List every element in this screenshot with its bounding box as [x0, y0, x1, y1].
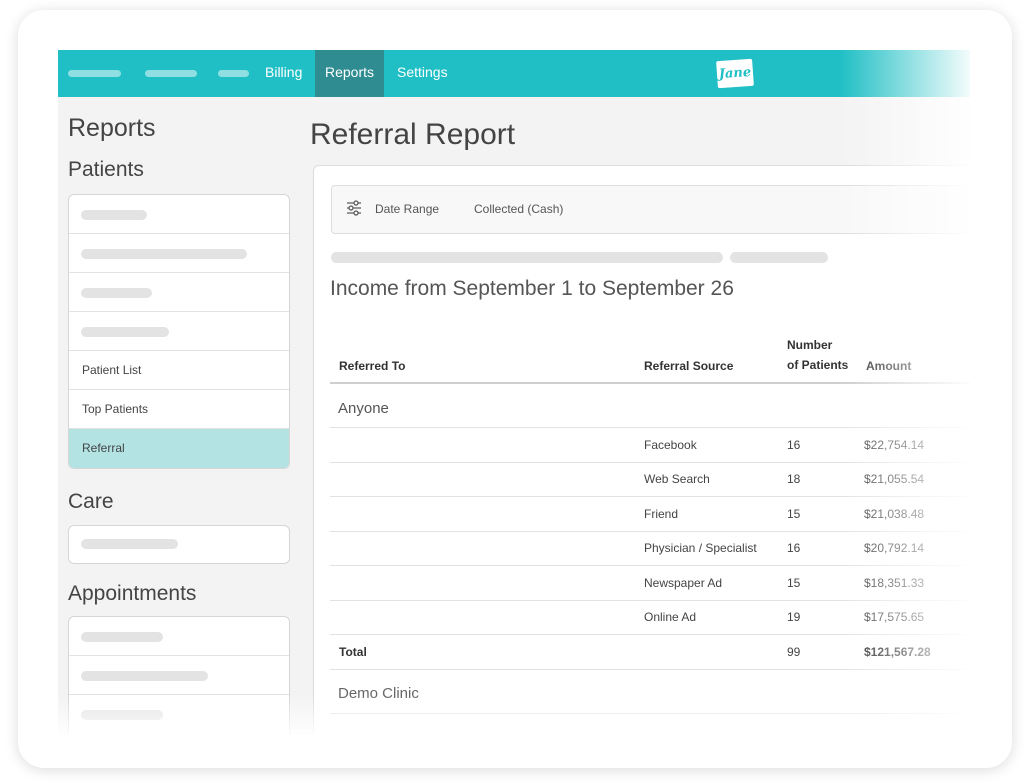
nav-placeholder-3[interactable]: [218, 70, 249, 77]
sidebar-item-placeholder[interactable]: [69, 656, 289, 695]
sidebar-title: Reports: [68, 114, 156, 142]
nav-placeholder-1[interactable]: [68, 70, 121, 77]
cell-amount: $21,055.54: [864, 472, 925, 486]
row-divider: [330, 713, 970, 714]
row-divider: [330, 427, 970, 428]
sidebar-item-placeholder[interactable]: [69, 617, 289, 656]
header-divider: [330, 382, 970, 384]
sidebar-item-patient-list[interactable]: Patient List: [69, 351, 289, 390]
cell-source: Friend: [644, 507, 679, 521]
app-window: Billing Reports Settings Jane Reports Pa…: [58, 50, 970, 735]
page-title: Referral Report: [310, 118, 516, 151]
cell-patients: 18: [787, 472, 801, 486]
cell-source: Newspaper Ad: [644, 576, 723, 590]
skeleton-bar: [81, 249, 247, 259]
sidebar-item-placeholder[interactable]: [69, 195, 289, 234]
nav-billing[interactable]: Billing: [255, 50, 312, 97]
cell-amount: $17,575.65: [864, 610, 925, 624]
group-name-anyone: Anyone: [338, 400, 389, 417]
skeleton-bar: [331, 252, 723, 263]
sidebar-item-placeholder[interactable]: [69, 526, 289, 563]
cell-patients: 16: [787, 541, 801, 555]
sidebar-item-top-patients[interactable]: Top Patients: [69, 390, 289, 429]
nav-settings[interactable]: Settings: [387, 50, 458, 97]
report-panel: Date Range Collected (Cash) Income from …: [313, 165, 970, 735]
date-range-filter[interactable]: Date Range: [375, 186, 439, 233]
sidebar-item-label: Referral: [82, 441, 125, 455]
cell-amount: $21,038.48: [864, 507, 925, 521]
nav-reports[interactable]: Reports: [315, 50, 385, 97]
row-divider: [330, 669, 970, 670]
sidebar-item-label: Patient List: [82, 363, 142, 377]
skeleton-bar: [81, 327, 169, 337]
skeleton-bar: [81, 288, 152, 298]
jane-logo[interactable]: Jane: [716, 58, 754, 89]
cell-patients: 19: [787, 610, 801, 624]
column-header-patients-line2[interactable]: of Patients: [787, 357, 848, 373]
cell-source: Online Ad: [644, 610, 697, 624]
sidebar-item-label: Top Patients: [82, 402, 149, 416]
filter-bar[interactable]: Date Range Collected (Cash): [331, 185, 970, 234]
sidebar-heading-care: Care: [68, 490, 114, 513]
cell-amount: $22,754.14: [864, 438, 925, 452]
skeleton-bar: [730, 252, 828, 263]
total-amount: $121,567.28: [864, 645, 931, 659]
sidebar-item-placeholder[interactable]: [69, 234, 289, 273]
sidebar-item-placeholder[interactable]: [69, 695, 289, 734]
skeleton-bar: [81, 539, 178, 549]
group-name-demo-clinic: Demo Clinic: [338, 685, 419, 702]
row-divider: [330, 531, 970, 532]
cell-amount: $20,792.14: [864, 541, 925, 555]
column-header-amount[interactable]: Amount: [866, 358, 911, 374]
skeleton-bar: [81, 710, 163, 720]
cell-patients: 15: [787, 576, 801, 590]
sidebar-item-placeholder[interactable]: [69, 312, 289, 351]
sidebar-patients-list: Patient List Top Patients Referral: [68, 194, 290, 469]
sidebar-heading-patients: Patients: [68, 158, 144, 181]
column-header-referred-to[interactable]: Referred To: [339, 358, 405, 374]
cell-source: Web Search: [644, 472, 710, 486]
column-header-referral-source[interactable]: Referral Source: [644, 358, 733, 374]
column-header-patients-line1[interactable]: Number: [787, 337, 832, 353]
cell-patients: 15: [787, 507, 801, 521]
row-divider: [330, 634, 970, 635]
skeleton-bar: [81, 632, 163, 642]
cell-amount: $18,351.33: [864, 576, 925, 590]
income-heading: Income from September 1 to September 26: [330, 277, 734, 300]
row-divider: [330, 496, 970, 497]
row-divider: [330, 462, 970, 463]
sidebar-appointments-list: [68, 616, 290, 735]
sidebar-heading-appointments: Appointments: [68, 582, 197, 605]
row-divider: [330, 565, 970, 566]
total-patients: 99: [787, 645, 801, 659]
skeleton-bar: [81, 671, 208, 681]
row-divider: [330, 600, 970, 601]
cell-source: Physician / Specialist: [644, 541, 757, 555]
cell-patients: 16: [787, 438, 801, 452]
screenshot-card: Billing Reports Settings Jane Reports Pa…: [18, 10, 1012, 768]
total-label: Total: [339, 645, 367, 659]
top-nav-bar: Billing Reports Settings Jane: [58, 50, 970, 97]
sidebar-care-list: [68, 525, 290, 564]
sidebar-item-placeholder[interactable]: [69, 273, 289, 312]
collected-cash-filter[interactable]: Collected (Cash): [474, 186, 563, 233]
filter-sliders-icon[interactable]: [346, 200, 362, 216]
sidebar-item-referral[interactable]: Referral: [69, 429, 289, 468]
nav-placeholder-2[interactable]: [145, 70, 197, 77]
skeleton-bar: [81, 210, 147, 220]
cell-source: Facebook: [644, 438, 697, 452]
